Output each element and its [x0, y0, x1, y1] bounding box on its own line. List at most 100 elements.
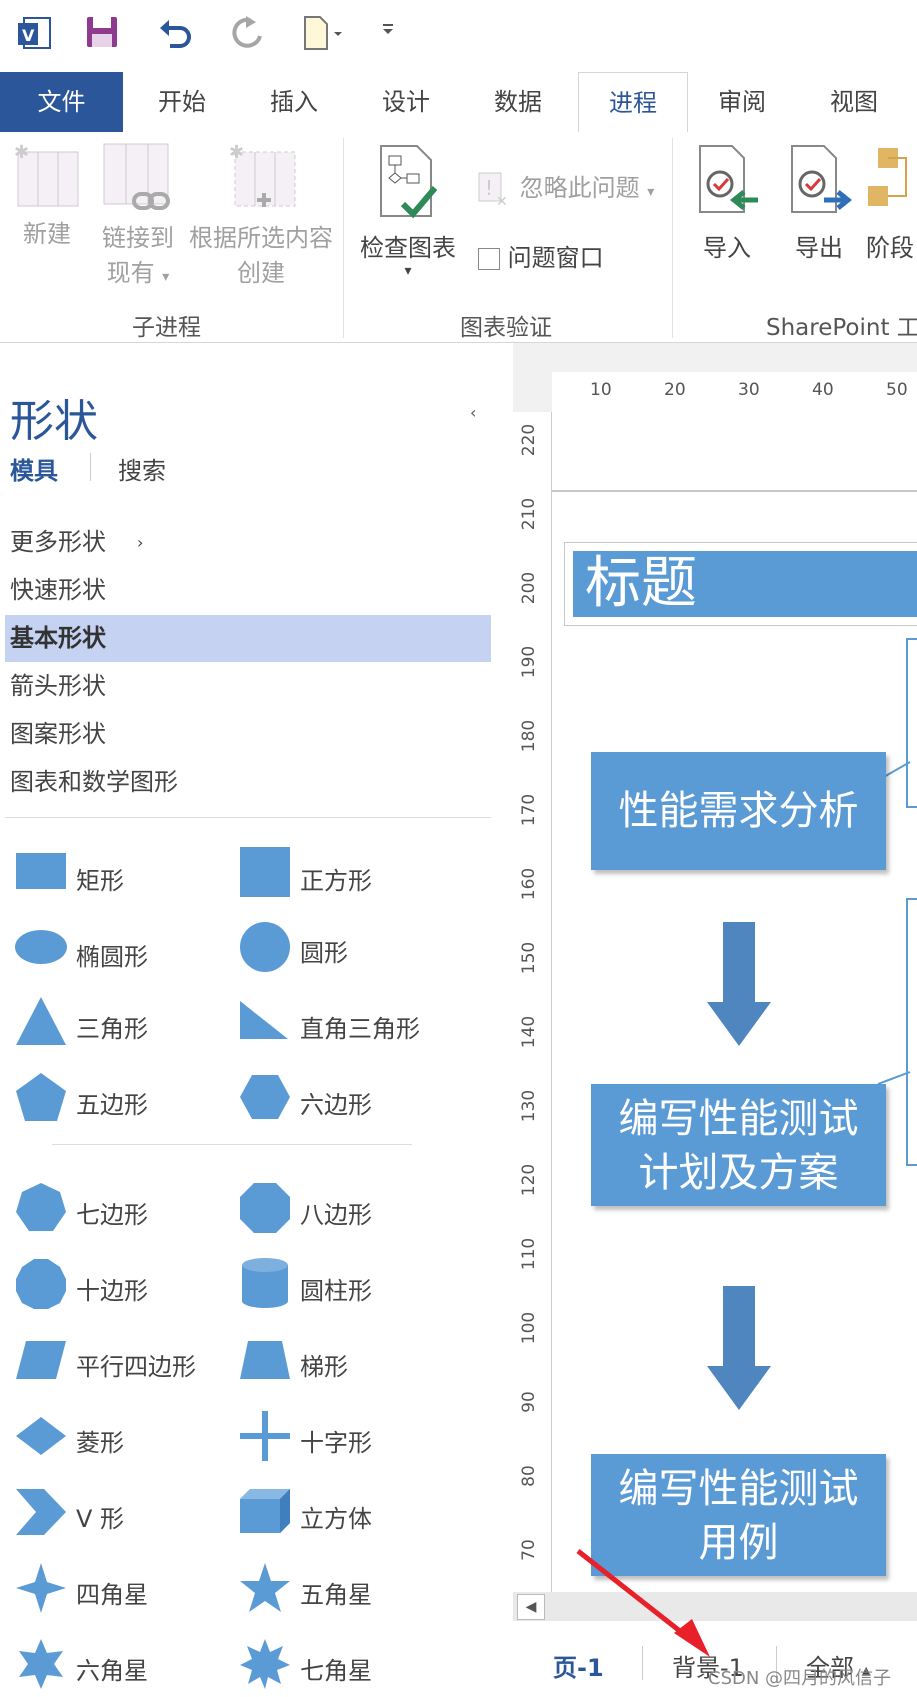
- process-step-test-plan-line1: 编写性能测试: [618, 1096, 859, 1142]
- link-to-existing-label-2-text: 现有: [106, 259, 155, 287]
- issues-window-checkbox[interactable]: 问题窗口: [478, 238, 648, 273]
- link-to-existing-label: 链接到: [102, 224, 174, 252]
- ruler-label: 150: [519, 941, 539, 975]
- ruler-label: 70: [519, 1539, 539, 1561]
- svg-text:V: V: [22, 26, 35, 45]
- check-diagram-button[interactable]: 检查图表 ▾: [356, 142, 460, 279]
- shape-rectangle-label: 矩形: [76, 867, 124, 895]
- import-icon: [699, 145, 758, 213]
- link-to-existing-button[interactable]: 链接到 现有 ▾: [96, 142, 180, 288]
- tab-search[interactable]: 搜索: [118, 451, 166, 486]
- tab-data[interactable]: 数据: [478, 72, 558, 132]
- flow-arrow-down[interactable]: [705, 920, 775, 1050]
- tab-review[interactable]: 审阅: [702, 72, 782, 132]
- octagon-icon: [240, 1183, 290, 1233]
- export-icon: [791, 145, 853, 213]
- ruler-label: 40: [812, 380, 834, 400]
- category-chart-math-shapes[interactable]: 图表和数学图形: [5, 759, 491, 806]
- group-divider: [343, 138, 344, 338]
- title-shape[interactable]: 标题: [564, 542, 917, 626]
- heptagon-icon: [16, 1183, 66, 1231]
- scroll-left-button[interactable]: ◀: [517, 1594, 545, 1620]
- 7-point-star-icon: [240, 1639, 290, 1689]
- create-from-selection-label-2: 创建: [237, 259, 285, 287]
- svg-text:!: !: [485, 176, 493, 200]
- category-more-shapes-label: 更多形状: [10, 528, 106, 556]
- svg-text:✱: ✱: [229, 142, 244, 163]
- tab-insert[interactable]: 插入: [254, 72, 334, 132]
- chevron-right-icon: ›: [137, 533, 144, 552]
- dropdown-arrow-icon: ▾: [162, 269, 170, 285]
- hexagon-icon: [240, 1075, 290, 1119]
- ruler-label: 20: [664, 380, 686, 400]
- ruler-label: 80: [519, 1465, 539, 1487]
- ruler-label: 160: [519, 867, 539, 901]
- tab-file[interactable]: 文件: [0, 72, 123, 132]
- ruler-label: 170: [519, 793, 539, 827]
- divider-2: [52, 1144, 412, 1145]
- tab-process[interactable]: 进程: [578, 72, 688, 134]
- process-step-test-cases-line1: 编写性能测试: [618, 1466, 859, 1512]
- tab-design[interactable]: 设计: [366, 72, 446, 132]
- category-arrow-shapes[interactable]: 箭头形状: [5, 663, 491, 710]
- tab-home[interactable]: 开始: [142, 72, 222, 132]
- shape-parallelogram-label: 平行四边形: [76, 1353, 196, 1381]
- shape-4-point-star-label: 四角星: [76, 1581, 148, 1609]
- ruler-label: 50: [886, 380, 908, 400]
- cylinder-icon: [242, 1258, 288, 1308]
- process-step-test-plan-line2: 计划及方案: [638, 1150, 839, 1196]
- undo-icon[interactable]: [156, 14, 194, 56]
- ruler-label: 200: [519, 571, 539, 605]
- parallelogram-icon: [16, 1341, 66, 1379]
- ruler-label: 140: [519, 1015, 539, 1049]
- ignore-issue-label: 忽略此问题: [519, 174, 640, 202]
- new-subprocess-button[interactable]: ✱ 新建: [8, 142, 86, 249]
- create-from-selection-button[interactable]: ✱ 根据所选内容 创建: [186, 142, 336, 288]
- redo-icon[interactable]: [228, 14, 266, 56]
- shape-diamond-label: 菱形: [76, 1429, 124, 1457]
- import-label: 导入: [703, 234, 751, 262]
- group-label-sharepoint: SharePoint 工: [766, 315, 917, 341]
- shape-pentagon-label: 五边形: [76, 1091, 148, 1119]
- customize-toolbar-icon[interactable]: [380, 14, 396, 48]
- 5-point-star-icon: [240, 1563, 290, 1612]
- red-annotation-arrow-icon: [576, 1549, 710, 1657]
- group-label-validation: 图表验证: [460, 315, 552, 341]
- category-pattern-shapes[interactable]: 图案形状: [5, 711, 491, 758]
- ruler-label: 190: [519, 645, 539, 679]
- annotation-callout-2[interactable]: [906, 898, 917, 1166]
- category-more-shapes[interactable]: 更多形状 ›: [5, 519, 491, 566]
- tab-divider: [90, 453, 91, 481]
- category-basic-shapes[interactable]: 基本形状: [5, 615, 491, 662]
- process-step-requirements[interactable]: 性能需求分析: [591, 752, 886, 870]
- quick-access-toolbar: V: [0, 0, 917, 72]
- stage-button[interactable]: 阶段: [866, 142, 917, 263]
- title-shape-text: 标题: [573, 551, 917, 617]
- shapes-panel: 形状 ‹ 模具 搜索 更多形状 › 快速形状 基本形状 箭头形状 图案形状 图表和…: [0, 343, 500, 1696]
- ignore-issue-button[interactable]: ! ✕ 忽略此问题 ▾: [476, 168, 666, 210]
- collapse-panel-icon[interactable]: ‹: [470, 403, 476, 422]
- tab-view[interactable]: 视图: [814, 72, 894, 132]
- shape-trapezoid-label: 梯形: [300, 1353, 348, 1381]
- visio-app-icon[interactable]: V: [14, 14, 54, 58]
- new-subprocess-label: 新建: [23, 220, 71, 248]
- shape-ellipse-label: 椭圆形: [76, 943, 148, 971]
- issues-window-check[interactable]: [478, 248, 500, 270]
- save-icon[interactable]: [84, 14, 120, 54]
- circle-icon: [240, 922, 290, 972]
- new-document-icon[interactable]: [302, 14, 346, 56]
- tab-stencils[interactable]: 模具: [10, 451, 58, 486]
- group-divider-2: [672, 138, 673, 338]
- category-quick-shapes[interactable]: 快速形状: [5, 567, 491, 614]
- flow-arrow-down-2[interactable]: [705, 1284, 775, 1414]
- shape-heptagon-label: 七边形: [76, 1201, 148, 1229]
- right-triangle-icon: [240, 1001, 288, 1039]
- export-button[interactable]: 导出: [782, 142, 856, 263]
- square-icon: [240, 847, 290, 897]
- import-button[interactable]: 导入: [690, 142, 764, 263]
- process-step-test-plan[interactable]: 编写性能测试 计划及方案: [591, 1084, 886, 1206]
- annotation-callout[interactable]: [906, 638, 917, 808]
- rectangle-icon: [16, 853, 66, 889]
- ignore-issue-dropdown-icon: ▾: [647, 184, 655, 200]
- shape-circle-label: 圆形: [300, 939, 348, 967]
